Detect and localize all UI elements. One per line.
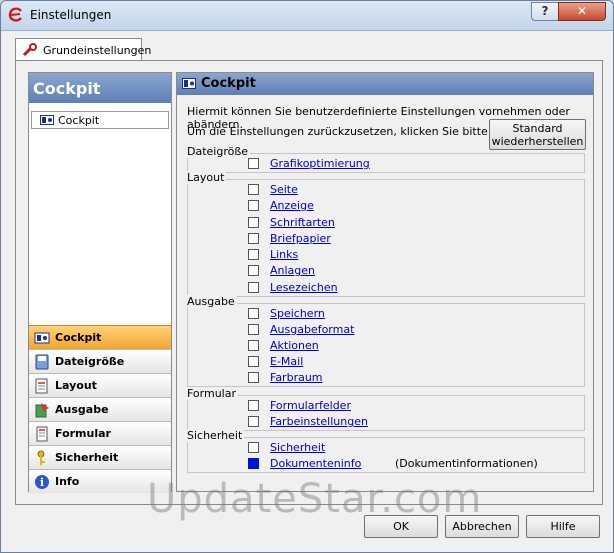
info-icon: i <box>35 475 49 489</box>
cockpit-icon <box>182 78 196 89</box>
category-nav: Cockpit Dateigröße Layout Ausgabe Formul… <box>29 325 171 493</box>
checkbox-checked[interactable] <box>248 458 259 469</box>
nav-label: Dateigröße <box>55 355 125 368</box>
key-icon <box>37 450 45 465</box>
option-link[interactable]: Briefpapier <box>270 232 331 245</box>
close-button[interactable]: ✕ <box>558 2 606 21</box>
nav-item-ausgabe[interactable]: Ausgabe <box>29 397 171 421</box>
option-link[interactable]: Farbeinstellungen <box>270 415 368 428</box>
category-tree-item-cockpit[interactable]: Cockpit <box>31 111 169 129</box>
app-logo-icon <box>8 7 22 22</box>
category-tree-label: Cockpit <box>58 114 100 127</box>
group-formular: Formular Formularfelder Farbeinstellunge… <box>187 387 585 431</box>
option-link[interactable]: Anlagen <box>270 264 315 277</box>
option-link[interactable]: Dokumenteninfo <box>270 457 361 470</box>
category-pane: Cockpit Cockpit Cockpit Dateigröße Layou… <box>28 72 172 493</box>
restore-defaults-label-1: Standard <box>512 122 563 135</box>
tab-grundeinstellungen[interactable]: Grundeinstellungen <box>15 38 151 61</box>
wrench-icon <box>22 43 37 57</box>
option-link[interactable]: Schriftarten <box>270 216 335 229</box>
option-link[interactable]: Ausgabeformat <box>270 323 354 336</box>
title-bar: Einstellungen ? ✕ <box>1 1 613 31</box>
nav-label: Sicherheit <box>55 451 119 464</box>
checkbox[interactable] <box>248 308 259 319</box>
checkbox[interactable] <box>248 233 259 244</box>
option-note: (Dokumentinformationen) <box>395 457 538 470</box>
checkbox[interactable] <box>248 442 259 453</box>
settings-window: Einstellungen ? ✕ Grundeinstellungen Coc… <box>0 0 614 553</box>
checkbox[interactable] <box>248 372 259 383</box>
restore-defaults-button[interactable]: Standard wiederherstellen <box>489 119 586 150</box>
reset-instruction-text: Um die Einstellungen zurückzusetzen, kli… <box>187 125 517 138</box>
window-title: Einstellungen <box>30 8 112 22</box>
ok-button[interactable]: OK <box>364 515 438 538</box>
checkbox[interactable] <box>248 282 259 293</box>
output-icon <box>35 403 49 418</box>
nav-item-cockpit[interactable]: Cockpit <box>29 325 171 349</box>
checkbox[interactable] <box>248 340 259 351</box>
content-title: Cockpit <box>201 76 256 91</box>
group-label: Ausgabe <box>187 295 237 308</box>
option-link[interactable]: E-Mail <box>270 355 303 368</box>
layout-icon <box>35 378 48 394</box>
cockpit-icon <box>34 332 50 344</box>
option-link[interactable]: Grafikoptimierung <box>270 157 370 170</box>
option-link[interactable]: Links <box>270 248 298 261</box>
nav-label: Cockpit <box>55 331 102 344</box>
cockpit-icon <box>40 115 54 125</box>
nav-label: Ausgabe <box>55 403 109 416</box>
nav-label: Layout <box>55 379 97 392</box>
option-link[interactable]: Aktionen <box>270 339 319 352</box>
checkbox[interactable] <box>248 265 259 276</box>
checkbox[interactable] <box>248 217 259 228</box>
checkbox[interactable] <box>248 400 259 411</box>
group-label: Sicherheit <box>187 429 245 442</box>
tab-label: Grundeinstellungen <box>43 44 152 57</box>
group-label: Formular <box>187 387 239 400</box>
checkbox[interactable] <box>248 356 259 367</box>
group-ausgabe: Ausgabe Speichern Ausgabeformat Aktionen… <box>187 295 585 387</box>
group-label: Dateigröße <box>187 145 251 158</box>
checkbox[interactable] <box>248 416 259 427</box>
option-link[interactable]: Seite <box>270 183 298 196</box>
disk-icon <box>35 354 49 370</box>
checkbox[interactable] <box>248 249 259 260</box>
help-title-button[interactable]: ? <box>531 2 559 21</box>
settings-content: Cockpit Hiermit können Sie benutzerdefin… <box>176 72 594 492</box>
content-header: Cockpit <box>177 73 593 95</box>
option-link[interactable]: Speichern <box>270 307 325 320</box>
group-label: Layout <box>187 171 227 184</box>
checkbox[interactable] <box>248 184 259 195</box>
group-sicherheit: Sicherheit Sicherheit Dokumenteninfo (Do… <box>187 429 585 473</box>
form-icon <box>36 426 48 442</box>
restore-defaults-label-2: wiederherstellen <box>491 135 584 148</box>
group-layout: Layout Seite Anzeige Schriftarten Briefp… <box>187 171 585 297</box>
nav-item-dateigroesse[interactable]: Dateigröße <box>29 349 171 373</box>
checkbox[interactable] <box>248 324 259 335</box>
option-link[interactable]: Lesezeichen <box>270 281 338 294</box>
nav-item-formular[interactable]: Formular <box>29 421 171 445</box>
option-link[interactable]: Farbraum <box>270 371 323 384</box>
nav-label: Info <box>55 475 80 488</box>
nav-label: Formular <box>55 427 111 440</box>
option-link[interactable]: Formularfelder <box>270 399 351 412</box>
checkbox[interactable] <box>248 158 259 169</box>
nav-item-sicherheit[interactable]: Sicherheit <box>29 445 171 469</box>
svg-text:i: i <box>40 476 44 489</box>
nav-item-layout[interactable]: Layout <box>29 373 171 397</box>
option-link[interactable]: Sicherheit <box>270 441 325 454</box>
cancel-button[interactable]: Abbrechen <box>445 515 519 538</box>
group-dateigroesse: Dateigröße Grafikoptimierung <box>187 145 585 173</box>
option-link[interactable]: Anzeige <box>270 199 314 212</box>
category-header: Cockpit <box>29 73 171 103</box>
help-button[interactable]: Hilfe <box>526 515 600 538</box>
checkbox[interactable] <box>248 200 259 211</box>
